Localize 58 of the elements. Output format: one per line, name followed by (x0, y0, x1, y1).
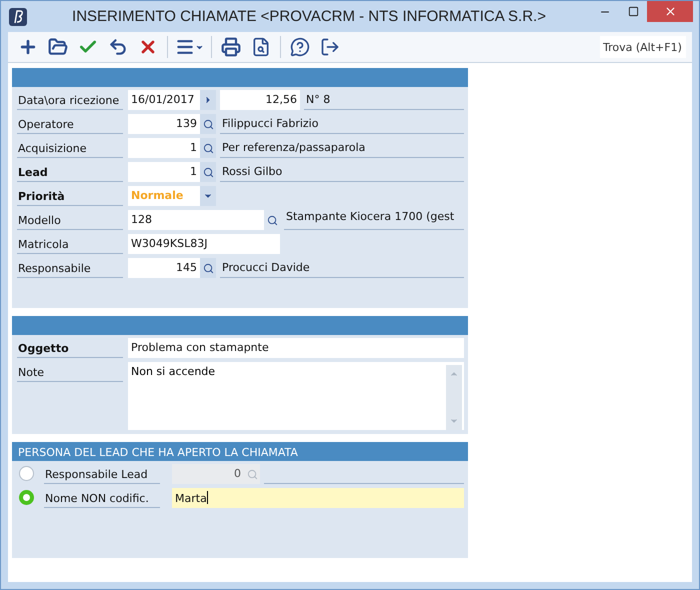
search-icon (202, 262, 214, 274)
notes-text: Non si accende (131, 365, 216, 380)
search-icon (202, 118, 214, 130)
name-field[interactable]: Marta (172, 488, 464, 508)
field-label: Responsabile (17, 258, 123, 278)
option-label: Responsabile Lead (44, 464, 160, 484)
description-text: Per referenza/passaparola (220, 138, 464, 158)
field-label: Acquisizione (17, 138, 123, 158)
printer-icon (221, 37, 241, 57)
description-text: Stampante Kiocera 1700 (gest (284, 210, 464, 230)
window-title: INSERIMENTO CHIAMATE <PROVACRM - NTS INFORMATICA S.R.> (71, 8, 547, 25)
find-field[interactable]: Trova (Alt+F1) (600, 36, 686, 58)
document-search-icon (251, 37, 271, 57)
search-icon (266, 214, 278, 226)
description-text: Procucci Davide (220, 258, 464, 278)
panel-header: PERSONA DEL LEAD CHE HA APERTO LA CHIAMATA (12, 442, 468, 461)
call-number: N° 8 (304, 90, 464, 110)
notes-field[interactable]: Non si accende (128, 362, 464, 430)
field-label: Note (17, 362, 123, 382)
code-field[interactable]: 1 (128, 138, 200, 158)
search-button[interactable] (200, 162, 216, 182)
description-text: Filippucci Fabrizio (220, 114, 464, 134)
field-label: Lead (17, 162, 123, 182)
text-field[interactable]: W3049KSL83J (128, 234, 280, 254)
search-button[interactable] (200, 258, 216, 278)
date-field[interactable]: 16/01/2017 (128, 90, 200, 110)
search-icon (202, 166, 214, 178)
close-icon (664, 5, 676, 18)
plus-icon (18, 37, 38, 57)
radio-button[interactable] (19, 490, 34, 505)
search-button[interactable] (200, 114, 216, 134)
help-icon (290, 37, 310, 57)
option-label: Nome NON codific. (44, 488, 160, 508)
scrollbar[interactable] (446, 365, 462, 430)
subject-field[interactable]: Problema con stamapnte (128, 338, 464, 358)
time-field[interactable]: 12,56 (220, 90, 300, 110)
logo-icon (9, 8, 27, 26)
code-field[interactable]: 145 (128, 258, 200, 278)
exit-icon (320, 37, 340, 57)
date-picker-button[interactable] (200, 90, 216, 110)
dropdown-button[interactable] (200, 186, 216, 206)
code-field[interactable]: 1 (128, 162, 200, 182)
maximize-icon (628, 6, 638, 17)
code-field[interactable]: 139 (128, 114, 200, 134)
field-label: Priorità (17, 186, 123, 206)
field-label: Operatore (17, 114, 123, 134)
field-label: Matricola (17, 234, 123, 254)
field-label: Oggetto (17, 338, 123, 358)
undo-icon (108, 37, 128, 57)
search-icon (202, 142, 214, 154)
menu-icon (175, 37, 195, 57)
search-icon (246, 468, 258, 480)
field-label: Modello (17, 210, 123, 230)
folder-icon (48, 37, 68, 57)
description-text: Rossi Gilbo (220, 162, 464, 182)
search-button[interactable] (200, 138, 216, 158)
field-label: Data\ora ricezione (17, 90, 123, 110)
code-field[interactable]: 128 (128, 210, 264, 230)
